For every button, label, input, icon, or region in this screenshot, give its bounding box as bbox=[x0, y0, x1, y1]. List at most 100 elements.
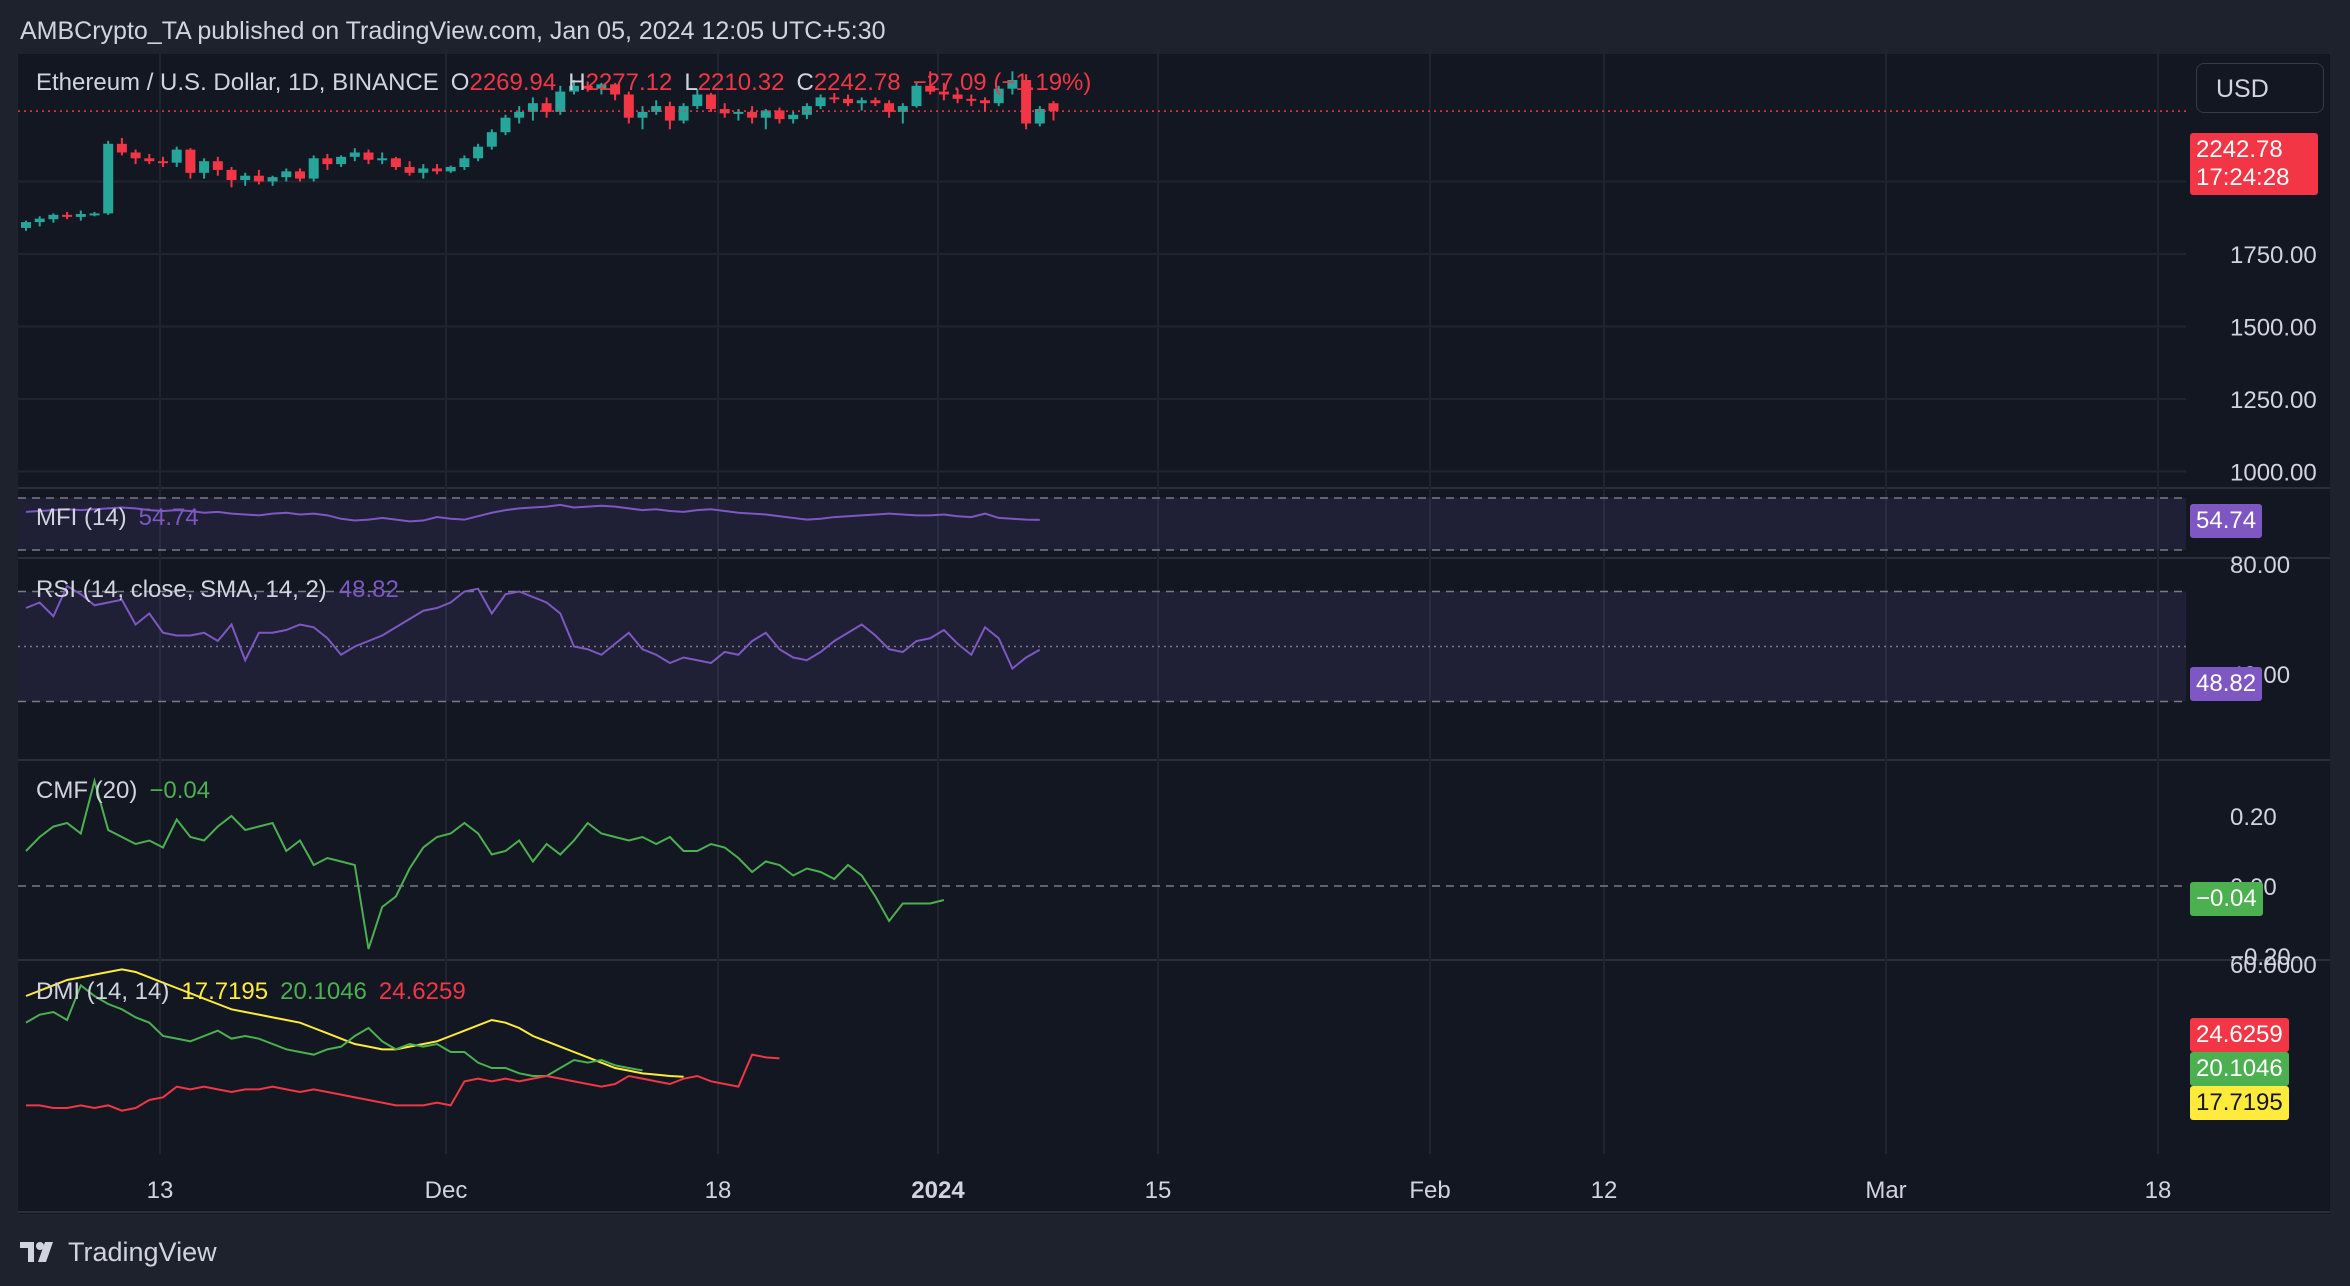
mfi-label[interactable]: MFI (14) bbox=[36, 504, 127, 531]
dmi-label[interactable]: DMI (14, 14) bbox=[36, 978, 169, 1005]
candle-body bbox=[199, 161, 210, 173]
countdown-badge: 17:24:28 bbox=[2190, 161, 2318, 195]
footer: TradingView bbox=[20, 1234, 217, 1270]
candle-body bbox=[664, 106, 675, 121]
candle-body bbox=[870, 100, 881, 104]
candle-body bbox=[281, 171, 292, 178]
candle-body bbox=[390, 158, 401, 167]
candle-body bbox=[623, 94, 634, 118]
candle-body bbox=[1048, 103, 1059, 112]
candle-body bbox=[432, 168, 442, 172]
time-axis-label: Mar bbox=[1865, 1177, 1906, 1204]
rsi-legend: RSI (14, close, SMA, 14, 2) 48.82 bbox=[36, 576, 411, 604]
time-axis-label: 18 bbox=[705, 1177, 732, 1204]
candle-body bbox=[651, 106, 662, 112]
chart-area[interactable]: 13Dec18202415Feb12Mar182000.001750.00150… bbox=[18, 54, 2330, 1214]
candle-body bbox=[48, 214, 59, 220]
tradingview-logo-icon bbox=[20, 1242, 53, 1262]
candle-body bbox=[637, 111, 648, 118]
close-value: 2242.78 bbox=[813, 69, 901, 96]
price-axis-label: 1250.00 bbox=[2230, 387, 2317, 414]
low-value: 2210.32 bbox=[697, 69, 785, 96]
candle-body bbox=[185, 149, 196, 173]
candle-body bbox=[788, 114, 799, 120]
cmf-badge: −0.04 bbox=[2190, 882, 2263, 916]
candle-body bbox=[103, 143, 114, 214]
cmf-axis-label: 0.20 bbox=[2230, 804, 2277, 831]
dmi-adx-value: 17.7195 bbox=[181, 978, 269, 1005]
candle-body bbox=[158, 161, 168, 164]
time-axis-label: 2024 bbox=[911, 1177, 965, 1204]
candle-body bbox=[418, 168, 429, 173]
dmi-legend: DMI (14, 14) 17.7195 20.1046 24.6259 bbox=[36, 978, 478, 1006]
candle-body bbox=[171, 149, 182, 163]
candle-body bbox=[678, 106, 689, 121]
dmi-plus-di-value: 20.1046 bbox=[280, 978, 367, 1005]
candle-body bbox=[212, 161, 223, 170]
price-axis-label: 1500.00 bbox=[2230, 315, 2317, 342]
candle-body bbox=[829, 97, 840, 100]
symbol-legend: Ethereum / U.S. Dollar, 1D, BINANCE O2269… bbox=[36, 69, 1103, 97]
cmf-label[interactable]: CMF (20) bbox=[36, 777, 137, 804]
symbol-title[interactable]: Ethereum / U.S. Dollar, 1D, BINANCE bbox=[36, 69, 439, 96]
candle-body bbox=[349, 152, 360, 157]
mfi-badge: 54.74 bbox=[2190, 504, 2263, 538]
currency-button[interactable]: USD bbox=[2196, 63, 2324, 113]
close-label: C bbox=[796, 69, 814, 96]
candle-body bbox=[377, 158, 388, 161]
candle-body bbox=[966, 98, 977, 101]
series-line-di bbox=[26, 1053, 780, 1112]
change-value: −27.09 (−1.19%) bbox=[912, 69, 1092, 96]
candle-body bbox=[336, 156, 347, 165]
candle-body bbox=[473, 146, 484, 159]
time-axis-label: Dec bbox=[425, 1177, 468, 1204]
mfi-legend: MFI (14) 54.74 bbox=[36, 504, 211, 532]
rsi-badge: 48.82 bbox=[2190, 667, 2263, 701]
candle-body bbox=[363, 152, 374, 160]
candle-body bbox=[295, 171, 305, 179]
candle-body bbox=[500, 117, 511, 133]
published-header: AMBCrypto_TA published on TradingView.co… bbox=[20, 17, 886, 45]
candle-body bbox=[226, 169, 237, 181]
dmi-minus-di-value: 24.6259 bbox=[378, 978, 466, 1005]
mfi-band bbox=[18, 498, 2186, 550]
candle-body bbox=[308, 158, 319, 179]
dmi-adx-badge: 17.7195 bbox=[2190, 1086, 2289, 1120]
candle-body bbox=[116, 143, 127, 153]
candle-body bbox=[747, 111, 758, 118]
candle-body bbox=[89, 213, 100, 216]
rsi-label[interactable]: RSI (14, close, SMA, 14, 2) bbox=[36, 576, 327, 603]
cmf-value: −0.04 bbox=[149, 777, 211, 804]
tradingview-brand[interactable]: TradingView bbox=[68, 1234, 217, 1270]
dmi-axis-label: 60.0000 bbox=[2230, 952, 2317, 979]
candle-body bbox=[75, 213, 86, 217]
chart-canvas[interactable]: 13Dec18202415Feb12Mar182000.001750.00150… bbox=[18, 54, 2330, 1214]
time-axis-label: 15 bbox=[1145, 1177, 1172, 1204]
candle-body bbox=[980, 100, 990, 104]
time-axis-label: Feb bbox=[1409, 1177, 1450, 1204]
time-axis-label: 12 bbox=[1591, 1177, 1618, 1204]
candle-body bbox=[733, 111, 744, 114]
candle-body bbox=[514, 111, 525, 118]
candle-body bbox=[130, 152, 141, 159]
candle-body bbox=[34, 218, 45, 223]
candle-body bbox=[486, 132, 497, 147]
candle-body bbox=[62, 214, 73, 217]
high-label: H bbox=[568, 69, 586, 96]
candle-body bbox=[240, 175, 251, 181]
rsi-value: 48.82 bbox=[338, 576, 399, 603]
candle-body bbox=[267, 177, 278, 182]
low-label: L bbox=[684, 69, 698, 96]
candle-body bbox=[404, 167, 415, 173]
candle-body bbox=[856, 100, 867, 104]
candle-body bbox=[322, 158, 333, 165]
candle-body bbox=[253, 175, 264, 182]
time-axis-label: 18 bbox=[2145, 1177, 2172, 1204]
candle-body bbox=[843, 98, 853, 104]
rsi-axis-label: 80.00 bbox=[2230, 552, 2290, 579]
candle-body bbox=[445, 167, 456, 172]
open-label: O bbox=[450, 69, 470, 96]
candle-body bbox=[815, 97, 826, 107]
mfi-value: 54.74 bbox=[138, 504, 199, 531]
dmi-minus-di-badge: 24.6259 bbox=[2190, 1018, 2289, 1052]
